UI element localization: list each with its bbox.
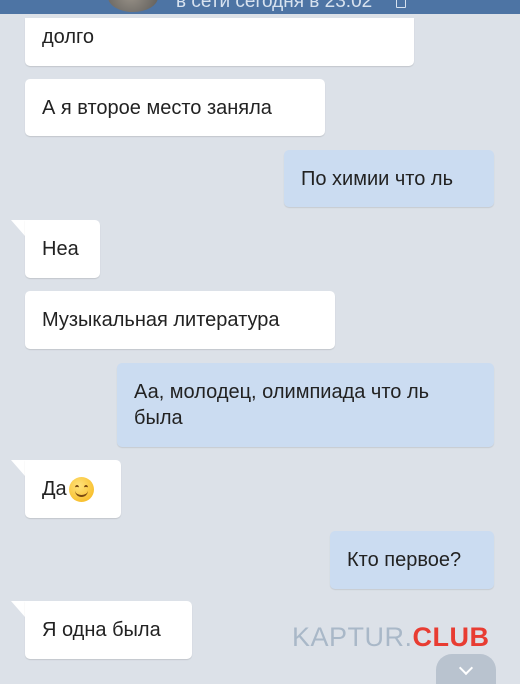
bubble-tail [11,460,25,476]
message-text: долго [42,26,95,48]
watermark-text-accent: CLUB [412,622,490,652]
online-status: в сети сегодня в 23:02 [176,0,373,12]
message-bubble-incoming[interactable]: Я одна была [25,601,192,659]
message-text: Музыкальная литература [42,309,280,331]
message-text: Да [42,478,67,500]
message-bubble-incoming[interactable]: А я второе место заняла [25,79,325,136]
watermark-text: KAPTUR. [292,622,413,652]
bubble-tail [11,220,25,236]
scroll-down-button[interactable] [436,654,496,684]
message-bubble-outgoing[interactable]: Аа, молодец, олимпиада что ль была [117,363,494,447]
chat-header[interactable]: в сети сегодня в 23:02 [0,0,520,14]
message-text: По химии что ль [301,167,454,190]
message-text-line: была [134,407,183,429]
contact-avatar[interactable] [108,0,158,12]
message-text: А я второе место заняла [42,96,272,119]
message-text: Я одна была [42,619,161,641]
message-bubble-incoming[interactable]: Неа [25,220,100,278]
message-text: Неа [42,238,79,260]
message-text: Кто первое? [347,549,462,571]
bubble-tail [11,601,25,617]
message-text-line: Аа, молодец, олимпиада что ль [134,381,430,403]
message-bubble-outgoing[interactable]: Кто первое? [330,531,494,589]
message-bubble-incoming[interactable]: Да [25,460,121,518]
mobile-device-icon [396,0,406,8]
message-bubble-incoming[interactable]: Музыкальная литература [25,291,335,349]
chevron-down-icon [458,660,474,676]
watermark-logo: KAPTUR.CLUB [292,622,490,653]
smiling-face-emoji-icon [68,476,94,502]
message-bubble-incoming[interactable]: долго [25,18,414,66]
message-bubble-outgoing[interactable]: По химии что ль [284,150,494,207]
